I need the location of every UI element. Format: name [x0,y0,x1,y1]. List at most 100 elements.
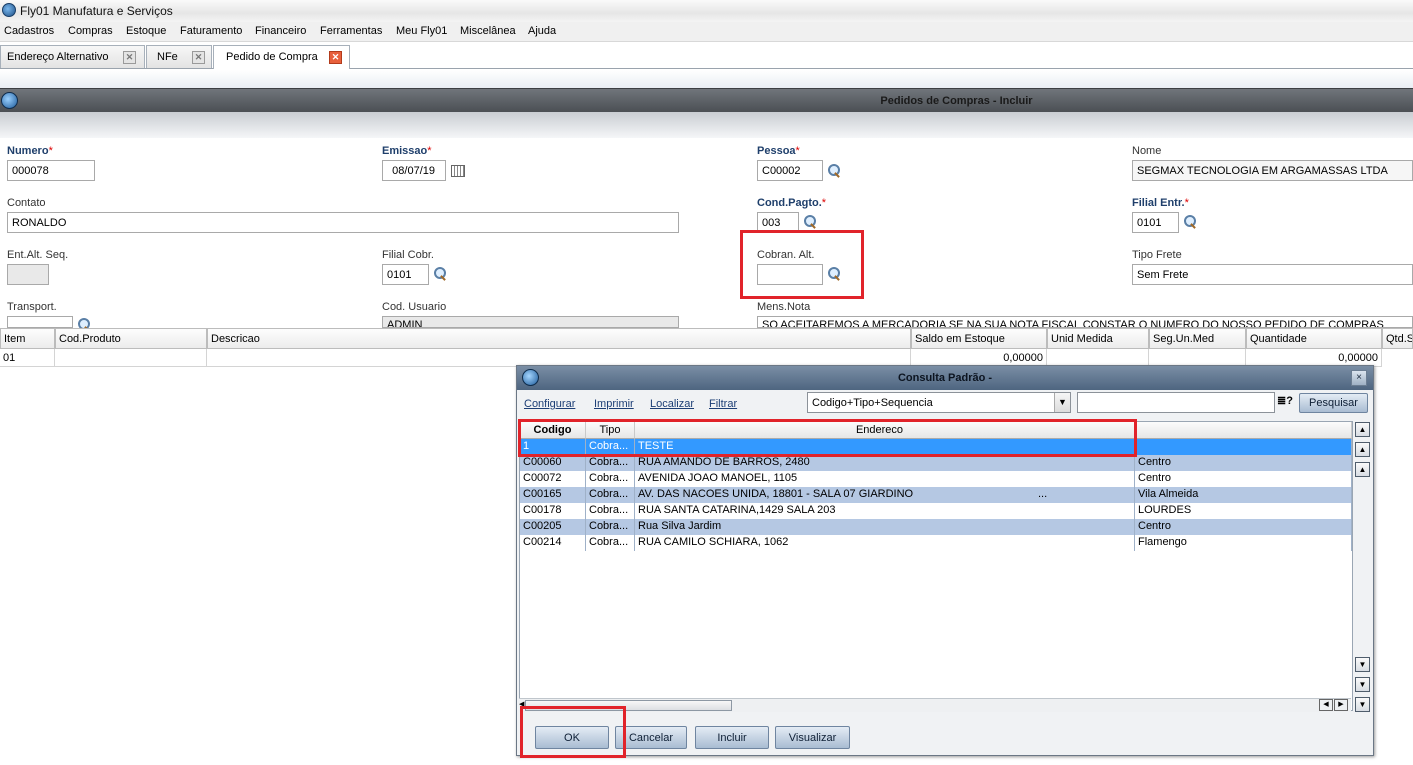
cell-bairro: Centro [1135,471,1352,487]
menu-ajuda[interactable]: Ajuda [528,25,556,37]
calendar-icon[interactable] [451,165,465,177]
cell-tipo: Cobra... [586,471,635,487]
cell-endereco: Rua Silva Jardim [635,519,1135,535]
tab-label: Endereço Alternativo [7,51,109,63]
list-item[interactable]: C00178 Cobra... RUA SANTA CATARINA,1429 SA… [520,503,1352,519]
menu-estoque[interactable]: Estoque [126,25,166,37]
col-unid-medida[interactable]: Unid Medida [1047,328,1149,349]
cell-endereco: RUA SANTA CATARINA,1429 SALA 203 [635,503,1135,519]
contato-label: Contato [7,197,46,209]
col-seg-un-med[interactable]: Seg.Un.Med [1149,328,1246,349]
form-title: Pedidos de Compras - Incluir [880,95,1033,107]
scroll-down-icon[interactable]: ▼ [1355,657,1370,672]
numero-input[interactable]: 000078 [7,160,95,181]
close-icon[interactable]: ✕ [329,51,342,64]
cell-bairro [1135,439,1352,455]
tab-pedido-de-compra[interactable]: Pedido de Compra ✕ [213,45,350,69]
search-icon[interactable] [827,164,841,178]
search-input[interactable] [1077,392,1275,413]
transport-input[interactable] [7,316,73,328]
tab-nfe[interactable]: NFe ✕ [146,45,212,68]
emissao-label: Emissao* [382,145,432,157]
close-icon[interactable]: ✕ [192,51,205,64]
col-descricao[interactable]: Descricao [207,328,911,349]
col-cod-produto[interactable]: Cod.Produto [55,328,207,349]
scroll-top-icon[interactable]: ▲ [1355,422,1370,437]
pessoa-label: Pessoa* [757,145,800,157]
search-icon[interactable] [1183,215,1197,229]
localizar-link[interactable]: Localizar [650,398,694,410]
window-titlebar: Fly01 Manufatura e Serviços [0,0,1413,22]
menu-miscelanea[interactable]: Miscelânea [460,25,516,37]
cell-tipo: Cobra... [586,519,635,535]
search-icon[interactable] [803,215,817,229]
cod-usuario-input: ADMIN [382,316,679,328]
mens-nota-label: Mens.Nota [757,301,811,313]
ent-alt-seq-input[interactable] [7,264,49,285]
include-button[interactable]: Incluir [695,726,769,749]
list-item[interactable]: C00072 Cobra... AVENIDA JOAO MANOEL, 1105 C… [520,471,1352,487]
scroll-bottom-icon[interactable]: ▼ [1355,697,1370,712]
cell-cod-produto[interactable] [55,349,207,367]
list-item[interactable]: C00205 Cobra... Rua Silva Jardim Centro [520,519,1352,535]
scroll-up-icon[interactable]: ▲ [1355,462,1370,477]
filial-cobr-input[interactable]: 0101 [382,264,429,285]
menu-bar: Cadastros Compras Estoque Faturamento Fi… [0,22,1413,42]
cell-item[interactable]: 01 [0,349,55,367]
view-button[interactable]: Visualizar [775,726,850,749]
numero-label: Numero* [7,145,53,157]
nome-input[interactable]: SEGMAX TECNOLOGIA EM ARGAMASSAS LTDA [1132,160,1413,181]
cond-pagto-label: Cond.Pagto.* [757,197,827,209]
order-select[interactable]: Codigo+Tipo+Sequencia ▼ [807,392,1071,413]
list-item[interactable]: C00165 Cobra... AV. DAS NACOES UNIDA, 1880… [520,487,1352,503]
cell-tipo: Cobra... [586,535,635,551]
cell-tipo: Cobra... [586,455,635,471]
dialog-title: Consulta Padrão - [897,372,993,384]
close-icon[interactable]: ✕ [123,51,136,64]
horizontal-scrollbar[interactable]: ◀ ◀ ▶ [519,698,1351,712]
scroll-left-icon[interactable]: ◀ [1319,699,1333,711]
contato-input[interactable]: RONALDO [7,212,679,233]
emissao-input[interactable]: 08/07/19 [382,160,446,181]
scroll-page-up-icon[interactable]: ▲ [1355,442,1370,457]
cell-bairro: Flamengo [1135,535,1352,551]
list-options-icon[interactable]: ≣? [1277,394,1295,410]
configurar-link[interactable]: Configurar [524,398,575,410]
col-saldo-estoque[interactable]: Saldo em Estoque [911,328,1047,349]
col-item[interactable]: Item [0,328,55,349]
cod-usuario-label: Cod. Usuario [382,301,447,313]
results-list: Codigo Tipo Endereco 1 Cobra... TESTE C0006… [519,421,1353,711]
cell-codigo: C00214 [520,535,586,551]
menu-faturamento[interactable]: Faturamento [180,25,242,37]
order-select-value: Codigo+Tipo+Sequencia [812,397,933,409]
col-quantidade[interactable]: Quantidade [1246,328,1382,349]
ent-alt-seq-label: Ent.Alt. Seq. [7,249,69,261]
highlight-box [518,419,1137,457]
list-item[interactable]: C00214 Cobra... RUA CAMILO SCHIARA, 1062 Fl… [520,535,1352,551]
cell-codigo: C00165 [520,487,586,503]
pesquisar-button[interactable]: Pesquisar [1299,393,1368,413]
cell-codigo: C00205 [520,519,586,535]
chevron-down-icon[interactable]: ▼ [1054,393,1070,412]
list-item[interactable]: C00060 Cobra... RUA AMANDO DE BARROS, 2480… [520,455,1352,471]
menu-financeiro[interactable]: Financeiro [255,25,306,37]
tab-label: NFe [157,51,178,63]
mens-nota-input[interactable]: SO ACEITAREMOS A MERCADORIA SE NA SUA NO… [757,316,1413,328]
search-icon[interactable] [77,318,91,328]
scroll-page-down-icon[interactable]: ▼ [1355,677,1370,692]
scroll-right-icon[interactable]: ▶ [1334,699,1348,711]
imprimir-link[interactable]: Imprimir [594,398,634,410]
menu-cadastros[interactable]: Cadastros [4,25,54,37]
filial-entr-input[interactable]: 0101 [1132,212,1179,233]
menu-compras[interactable]: Compras [68,25,113,37]
pessoa-input[interactable]: C00002 [757,160,823,181]
filtrar-link[interactable]: Filtrar [709,398,737,410]
close-icon[interactable]: × [1351,370,1367,386]
transport-label: Transport. [7,301,57,313]
tipo-frete-select[interactable]: Sem Frete [1132,264,1413,285]
menu-ferramentas[interactable]: Ferramentas [320,25,382,37]
col-qtd-s[interactable]: Qtd.S [1382,328,1413,349]
menu-meu-fly01[interactable]: Meu Fly01 [396,25,447,37]
tab-endereco-alternativo[interactable]: Endereço Alternativo ✕ [0,45,145,68]
search-icon[interactable] [433,267,447,281]
